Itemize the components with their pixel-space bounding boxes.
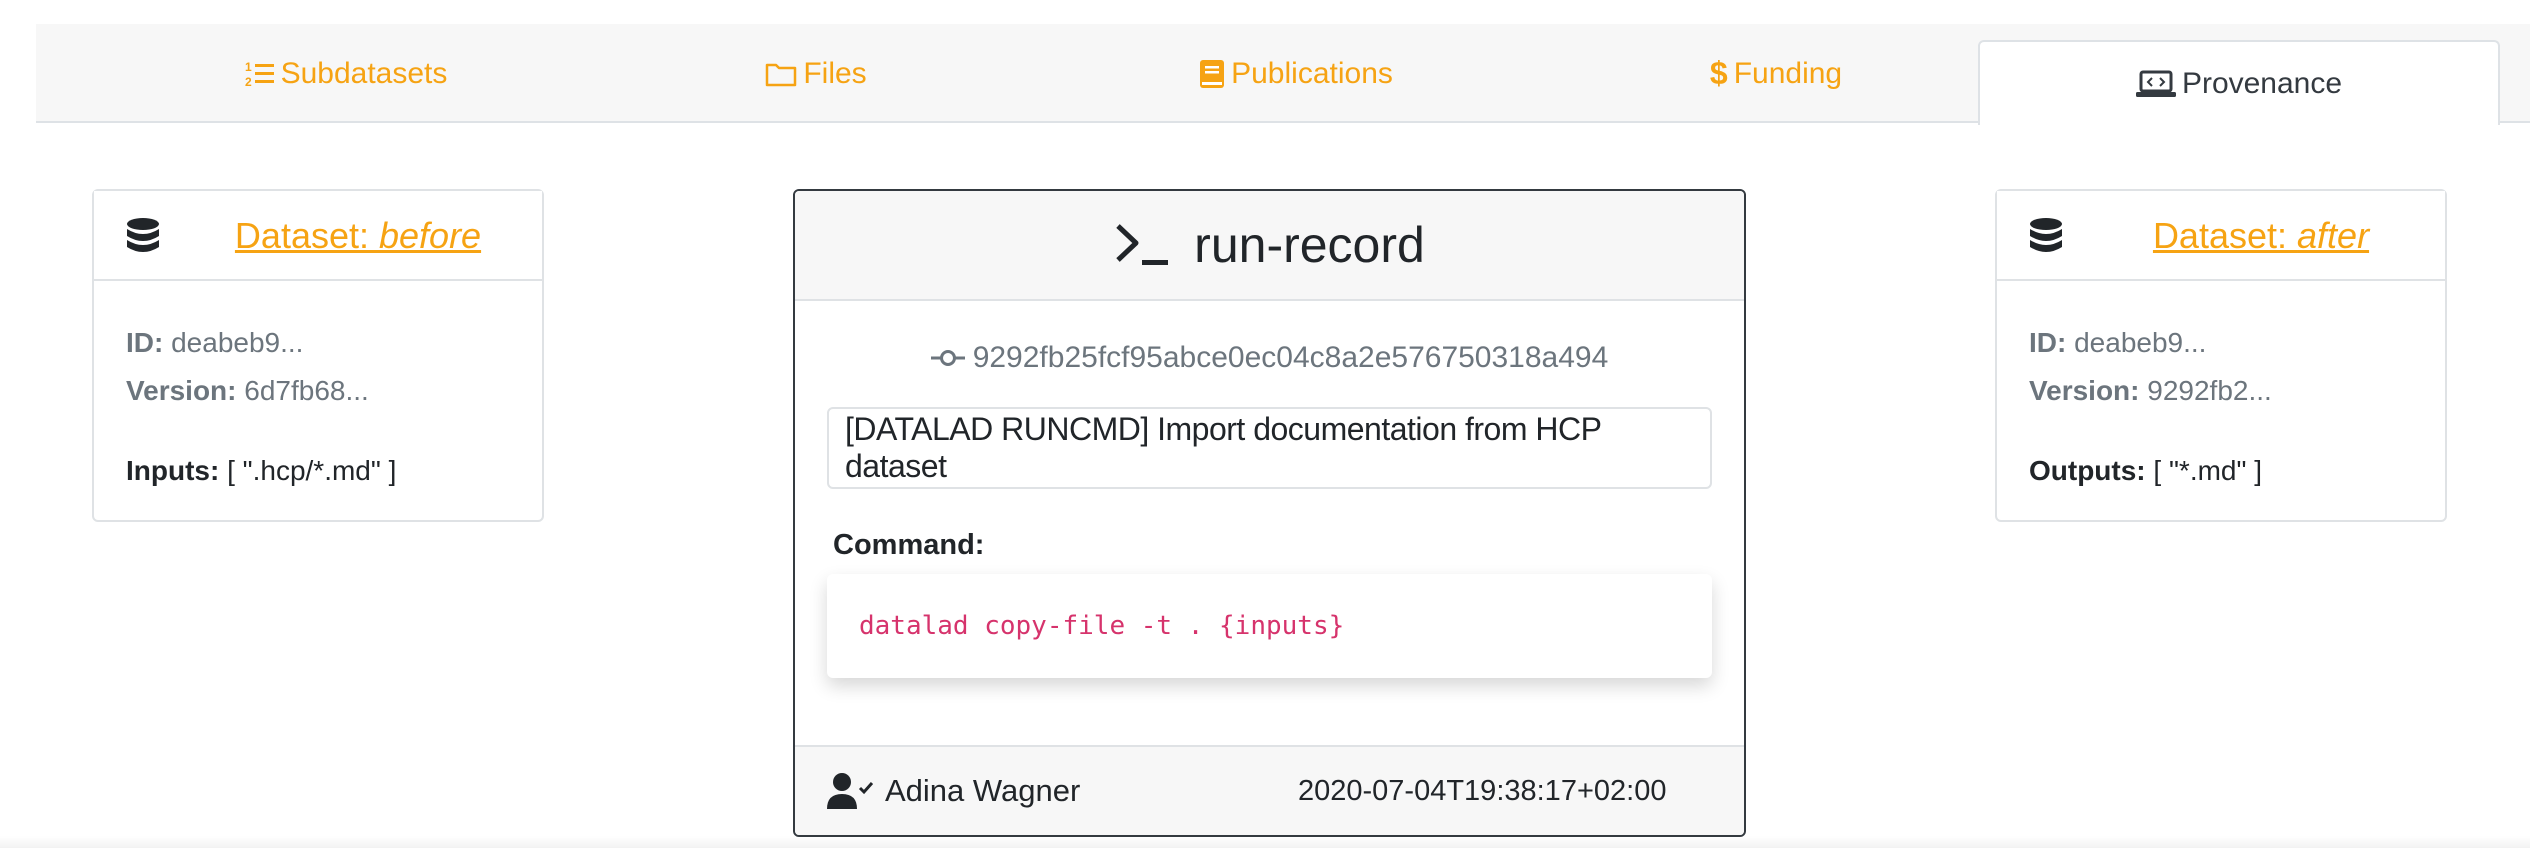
- tab-label: Subdatasets: [280, 56, 448, 90]
- outputs-row: Outputs: [ "*.md" ]: [2029, 447, 2413, 495]
- run-date: 2020-07-04T19:38:17+02:00: [1298, 774, 1667, 807]
- title-emphasis: after: [2297, 215, 2370, 256]
- tab-label: Publications: [1231, 56, 1393, 90]
- version-label: Version:: [2029, 375, 2140, 406]
- tab-label: Files: [803, 56, 867, 90]
- dataset-after-card: Dataset: after ID: deabeb9... Version: 9…: [1995, 189, 2447, 522]
- id-row: ID: deabeb9...: [126, 319, 510, 367]
- version-row: Version: 9292fb2...: [2029, 367, 2413, 415]
- title-emphasis: before: [379, 215, 482, 256]
- run-record-header: run-record: [795, 191, 1744, 301]
- tab-funding[interactable]: $ Funding: [1566, 24, 1986, 123]
- tab-label: Provenance: [2181, 66, 2343, 100]
- laptop-code-icon: [2135, 70, 2176, 98]
- version-value: 9292fb2...: [2139, 375, 2272, 406]
- version-label: Version:: [126, 375, 237, 406]
- terminal-icon: [1114, 222, 1172, 268]
- command-label: Command:: [833, 529, 985, 561]
- svg-text:2: 2: [245, 75, 252, 88]
- outputs-value: [ "*.md" ]: [2145, 455, 2262, 486]
- list-ol-icon: 1 2: [245, 60, 275, 88]
- page-bottom-shadow: [0, 836, 2530, 848]
- commit-icon: [930, 348, 965, 368]
- id-label: ID:: [126, 327, 164, 358]
- commit-message: [DATALAD RUNCMD] Import documentation fr…: [827, 407, 1712, 489]
- tab-publications[interactable]: Publications: [1086, 24, 1506, 123]
- dataset-before-header: Dataset: before: [94, 191, 542, 281]
- dataset-before-body: ID: deabeb9... Version: 6d7fb68... Input…: [94, 281, 542, 495]
- id-value: deabeb9...: [2066, 327, 2207, 358]
- run-record-footer: Adina Wagner 2020-07-04T19:38:17+02:00: [795, 745, 1744, 835]
- book-icon: [1199, 59, 1225, 89]
- outputs-label: Outputs:: [2029, 455, 2146, 486]
- tab-files[interactable]: Files: [606, 24, 1026, 123]
- id-label: ID:: [2029, 327, 2067, 358]
- inputs-label: Inputs:: [126, 455, 220, 486]
- svg-text:1: 1: [245, 60, 252, 74]
- dataset-after-header: Dataset: after: [1997, 191, 2445, 281]
- commit-row: 9292fb25fcf95abce0ec04c8a2e576750318a494: [795, 341, 1744, 375]
- dataset-before-card: Dataset: before ID: deabeb9... Version: …: [92, 189, 544, 522]
- run-record-card: run-record 9292fb25fcf95abce0ec04c8a2e57…: [793, 189, 1746, 837]
- run-record-title: run-record: [1194, 217, 1425, 273]
- title-prefix: Dataset:: [2152, 215, 2298, 256]
- dataset-after-link[interactable]: Dataset: after: [1997, 215, 2445, 257]
- command-code: datalad copy-file -t . {inputs}: [827, 574, 1712, 678]
- tab-provenance[interactable]: Provenance: [1978, 40, 2500, 125]
- version-row: Version: 6d7fb68...: [126, 367, 510, 415]
- id-value: deabeb9...: [163, 327, 304, 358]
- tab-subdatasets[interactable]: 1 2 Subdatasets: [136, 24, 556, 123]
- user-check-icon: [827, 772, 875, 810]
- author-name: Adina Wagner: [885, 773, 1081, 808]
- tab-bar: 1 2 Subdatasets Files Publications $ Fun…: [36, 24, 2530, 125]
- commit-hash[interactable]: 9292fb25fcf95abce0ec04c8a2e576750318a494: [973, 341, 1609, 375]
- id-row: ID: deabeb9...: [2029, 319, 2413, 367]
- inputs-row: Inputs: [ ".hcp/*.md" ]: [126, 447, 510, 495]
- dataset-before-link[interactable]: Dataset: before: [94, 215, 542, 257]
- dataset-after-body: ID: deabeb9... Version: 9292fb2... Outpu…: [1997, 281, 2445, 495]
- dollar-icon: $: [1709, 55, 1728, 91]
- folder-icon: [765, 61, 797, 87]
- tab-label: Funding: [1733, 56, 1843, 90]
- inputs-value: [ ".hcp/*.md" ]: [219, 455, 397, 486]
- title-prefix: Dataset:: [234, 215, 379, 256]
- version-value: 6d7fb68...: [236, 375, 369, 406]
